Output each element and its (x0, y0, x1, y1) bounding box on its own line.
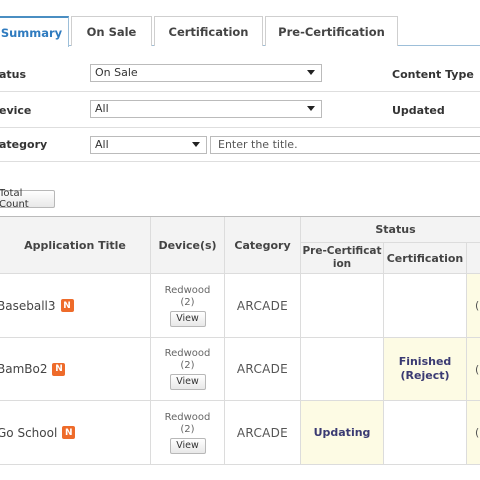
header-status: Status (301, 217, 480, 243)
view-button[interactable]: View (169, 374, 206, 390)
new-badge: N (62, 426, 76, 439)
category-select-value: All (95, 138, 109, 151)
filter-row-device: evice All Updated (0, 92, 480, 128)
table-row-title-cell[interactable]: Go School N (0, 401, 151, 465)
status-select-value: On Sale (95, 66, 138, 79)
device-cell: Redwood (2) View (151, 274, 225, 338)
status-extra-cell: (l (467, 401, 480, 465)
category-cell: ARCADE (225, 338, 301, 401)
status-label: atus (0, 68, 27, 81)
device-name: Redwood (164, 284, 211, 296)
view-button[interactable]: View (169, 437, 206, 454)
tab-bar: Summary On Sale Certification Pre-Certif… (0, 0, 480, 47)
chevron-down-icon (307, 70, 315, 75)
tab-summary[interactable]: Summary (0, 16, 69, 47)
header-pre-certification: Pre-Certification (301, 243, 384, 274)
category-value: ARCADE (236, 362, 289, 376)
new-badge: N (60, 299, 74, 312)
title-search-input[interactable]: Enter the title. (210, 136, 480, 154)
category-label: ategory (0, 138, 48, 151)
cert-status: Finished (Reject) (398, 355, 452, 382)
updated-label: Updated (392, 104, 445, 117)
status-extra-cell: (l (467, 274, 480, 338)
header-label: Application Title (24, 238, 126, 252)
tab-label: Certification (168, 24, 249, 39)
tab-label: Pre-Certification (278, 24, 385, 39)
device-select-value: All (95, 102, 109, 115)
pre-certification-cell (301, 338, 384, 401)
view-button[interactable]: View (169, 310, 206, 327)
app-title-link[interactable]: BamBo2 (0, 362, 47, 376)
app-title-link[interactable]: Baseball3 (0, 299, 56, 313)
header-certification: Certification (384, 243, 467, 274)
header-application-title: Application Title (0, 217, 151, 274)
header-category: Category (225, 217, 301, 274)
tab-pre-certification[interactable]: Pre-Certification (265, 16, 398, 46)
tab-on-sale[interactable]: On Sale (71, 16, 152, 46)
device-name: Redwood (164, 411, 211, 423)
tab-label: On Sale (86, 24, 137, 39)
device-label: evice (0, 104, 32, 117)
certification-cell: Finished (Reject) (384, 338, 467, 401)
new-badge: N (52, 362, 66, 376)
filter-row-category: ategory All Enter the title. (0, 128, 480, 162)
chevron-down-icon (307, 106, 315, 111)
device-count: (2) (180, 360, 195, 371)
category-cell: ARCADE (225, 401, 301, 465)
content-type-label: Content Type (392, 68, 474, 81)
tab-label: Summary (0, 25, 63, 40)
device-count: (2) (180, 296, 195, 308)
table-row-title-cell[interactable]: BamBo2 N (0, 338, 151, 401)
header-label: Certification (386, 251, 464, 265)
pre-certification-cell (301, 274, 384, 338)
certification-cell (384, 274, 467, 338)
tab-certification[interactable]: Certification (154, 16, 263, 46)
certification-cell (384, 401, 467, 465)
title-search-placeholder: Enter the title. (218, 138, 298, 151)
device-cell: Redwood (2) View (151, 401, 225, 465)
device-cell: Redwood (2) View (151, 338, 225, 401)
total-count-button[interactable]: Total Count (0, 188, 55, 210)
device-name: Redwood (164, 348, 211, 359)
category-value: ARCADE (236, 425, 289, 440)
header-status-extra (467, 243, 480, 274)
header-label: Device(s) (158, 238, 217, 252)
header-label: Pre-Certification (302, 245, 382, 270)
header-devices: Device(s) (151, 217, 225, 274)
device-count: (2) (180, 423, 195, 435)
status-extra-value: (l (475, 362, 480, 376)
app-title-link[interactable]: Go School (0, 426, 57, 440)
status-extra-value: (l (475, 299, 480, 312)
header-label: Status (375, 223, 416, 236)
category-cell: ARCADE (225, 274, 301, 338)
status-extra-value: (l (475, 426, 480, 439)
table-row-title-cell[interactable]: Baseball3 N (0, 274, 151, 338)
pre-certification-cell: Updating (301, 401, 384, 465)
header-label: Category (234, 238, 291, 252)
status-select[interactable]: On Sale (90, 64, 322, 82)
pre-cert-status: Updating (313, 425, 371, 439)
status-extra-cell: (l (467, 338, 480, 401)
category-value: ARCADE (236, 298, 289, 313)
device-select[interactable]: All (90, 100, 322, 118)
total-count-label: Total Count (0, 188, 29, 210)
filter-row-status: atus On Sale Content Type (0, 56, 480, 92)
category-select[interactable]: All (90, 136, 207, 154)
chevron-down-icon (192, 142, 200, 147)
